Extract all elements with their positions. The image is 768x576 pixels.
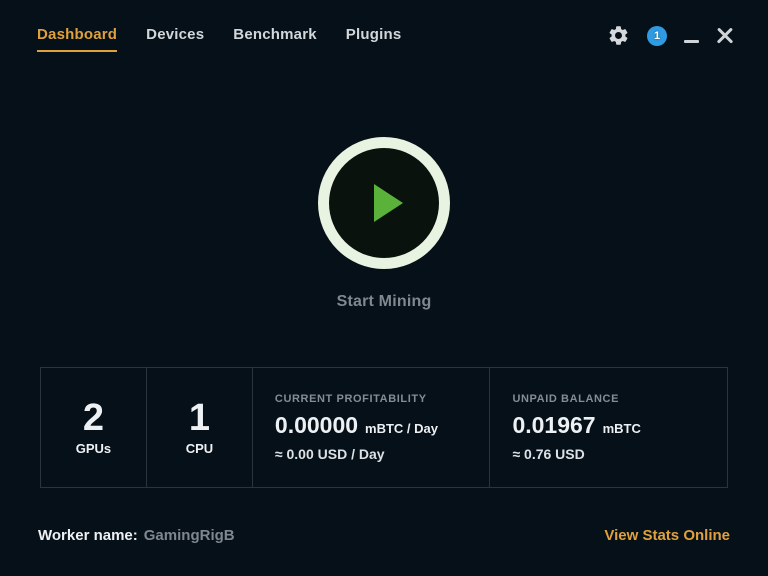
start-mining-label: Start Mining xyxy=(336,293,432,310)
balance-value: 0.01967 xyxy=(512,412,596,438)
current-profitability-cell: CURRENT PROFITABILITY 0.00000 mBTC / Day… xyxy=(253,368,491,487)
balance-label: UNPAID BALANCE xyxy=(512,393,620,405)
settings-gear-icon[interactable] xyxy=(607,24,630,47)
notification-badge[interactable]: 1 xyxy=(647,25,667,46)
tab-devices[interactable]: Devices xyxy=(146,26,204,52)
worker-name-value: GamingRigB xyxy=(143,527,235,544)
cpu-count-value: 1 xyxy=(188,396,210,439)
start-mining-button[interactable] xyxy=(318,137,450,269)
tab-benchmark[interactable]: Benchmark xyxy=(233,26,317,52)
gpu-count-cell: 2 GPUs xyxy=(41,368,147,487)
window-controls: 1 xyxy=(607,24,734,54)
profitability-value: 0.00000 xyxy=(274,412,359,438)
footer: Worker name: GamingRigB View Stats Onlin… xyxy=(38,527,730,544)
balance-fiat: ≈ 0.76 USD xyxy=(512,446,585,462)
cpu-count-label: CPU xyxy=(185,441,214,457)
stats-panel: 2 GPUs 1 CPU CURRENT PROFITABILITY 0.000… xyxy=(40,367,728,488)
balance-unit: mBTC xyxy=(602,421,641,436)
profitability-unit: mBTC / Day xyxy=(365,421,439,436)
profitability-label: CURRENT PROFITABILITY xyxy=(274,393,427,405)
worker-name-label: Worker name: xyxy=(38,527,138,544)
play-icon xyxy=(374,184,403,222)
minimize-icon[interactable] xyxy=(684,26,699,46)
tab-dashboard[interactable]: Dashboard xyxy=(37,26,118,52)
view-stats-online-link[interactable]: View Stats Online xyxy=(604,527,730,544)
tab-plugins[interactable]: Plugins xyxy=(346,26,402,52)
close-icon[interactable] xyxy=(716,27,734,45)
gpu-count-label: GPUs xyxy=(75,441,112,457)
main-nav: Dashboard Devices Benchmark Plugins xyxy=(37,26,401,52)
cpu-count-cell: 1 CPU xyxy=(147,368,253,487)
titlebar: Dashboard Devices Benchmark Plugins 1 xyxy=(0,0,768,62)
unpaid-balance-cell: UNPAID BALANCE 0.01967 mBTC ≈ 0.76 USD xyxy=(490,368,727,487)
profitability-fiat: ≈ 0.00 USD / Day xyxy=(274,446,385,462)
gpu-count-value: 2 xyxy=(82,396,105,439)
play-button-inner xyxy=(329,148,439,258)
